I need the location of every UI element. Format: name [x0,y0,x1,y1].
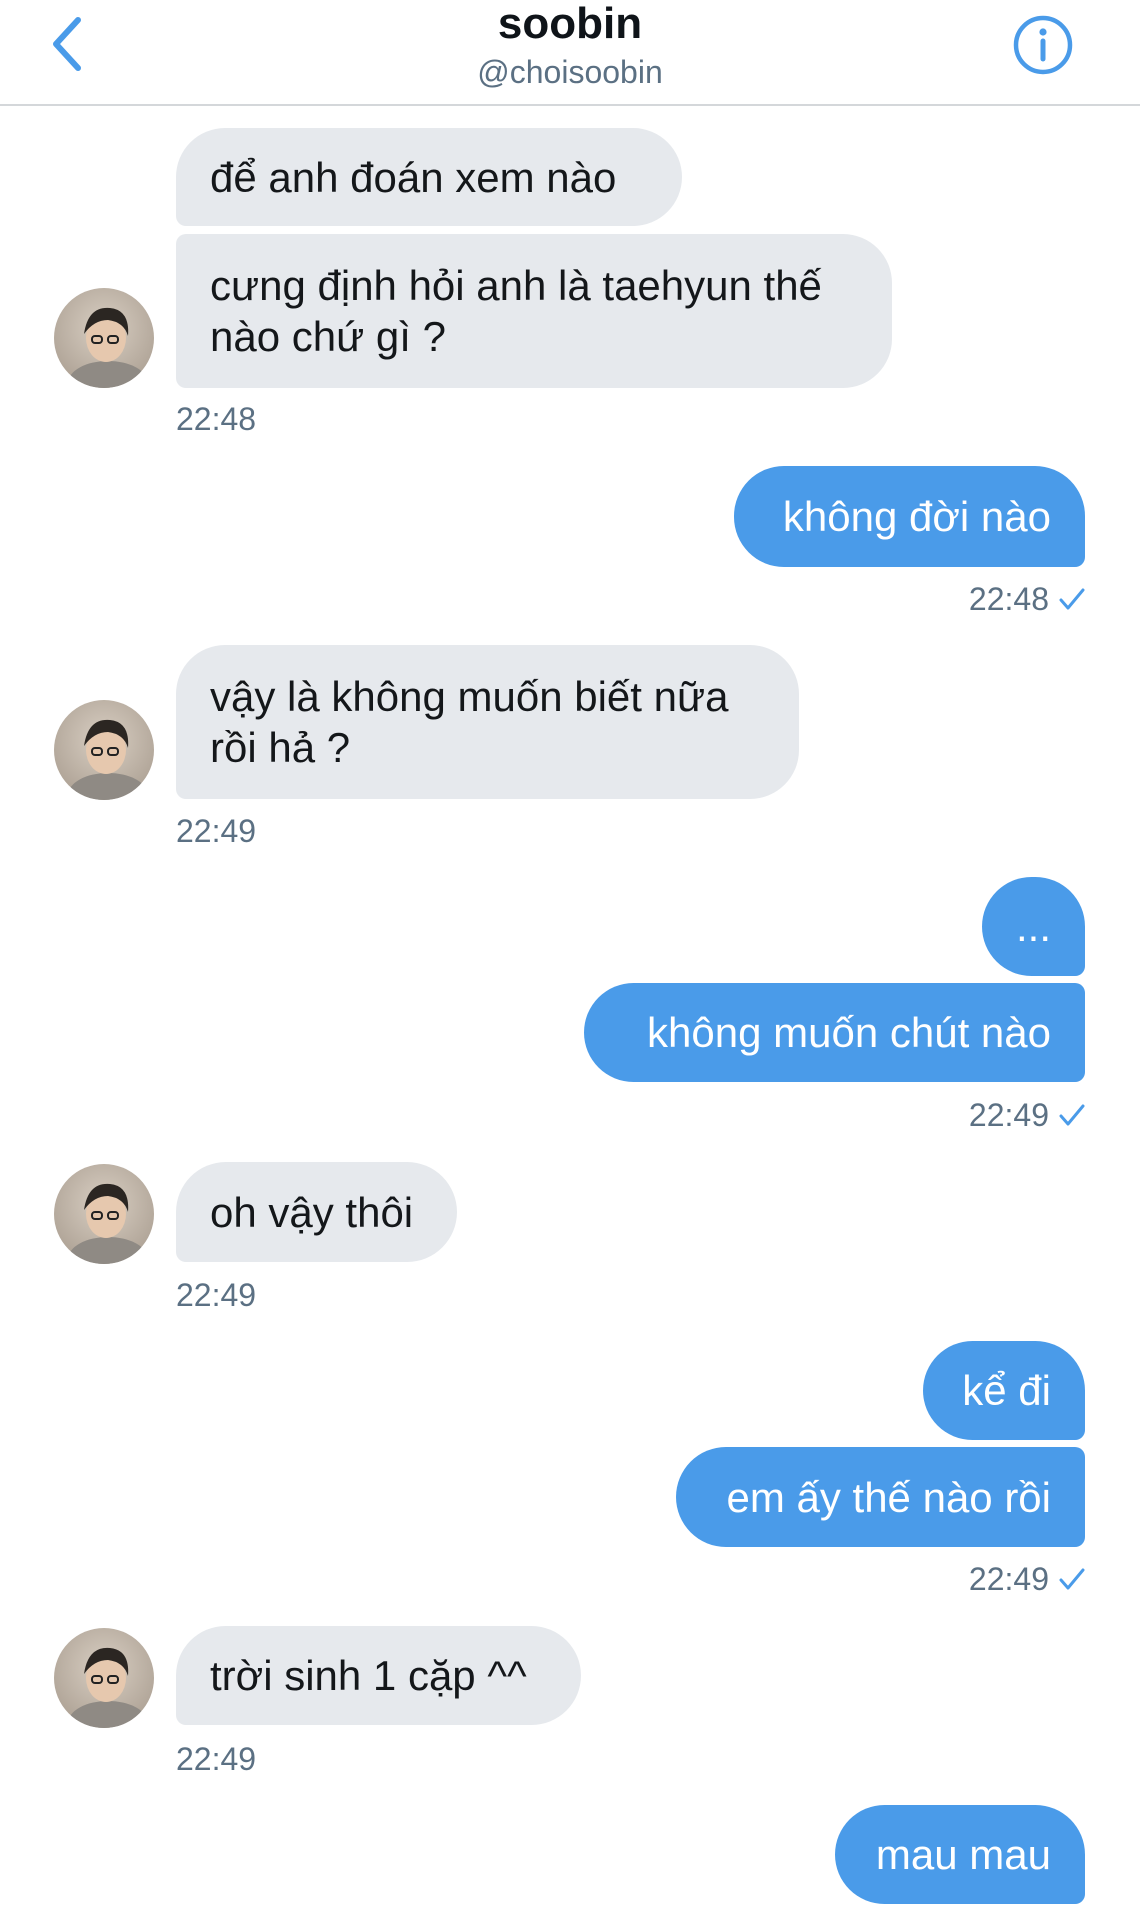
avatar[interactable] [54,700,154,800]
outgoing-message[interactable]: em ấy thế nào rồi [676,1447,1085,1547]
timestamp: 22:49 [176,1277,257,1313]
message-status: 22:49 [969,1561,1085,1597]
avatar-image [54,1164,154,1264]
conversation-title[interactable]: soobin [0,2,1140,46]
timestamp: 22:49 [968,1561,1049,1597]
incoming-message[interactable]: để anh đoán xem nào [176,128,682,226]
checkmark-icon [1059,1568,1085,1590]
incoming-message[interactable]: vậy là không muốn biết nữa rồi hả ? [176,645,799,799]
timestamp: 22:49 [176,813,257,849]
checkmark-icon [1059,588,1085,610]
outgoing-message[interactable]: không muốn chút nào [584,983,1085,1082]
avatar-image [54,700,154,800]
message-status: 22:49 [969,1097,1085,1133]
info-button[interactable] [1012,14,1074,76]
checkmark-icon [1059,1104,1085,1126]
outgoing-message[interactable]: không đời nào [734,466,1085,567]
avatar-image [54,1628,154,1728]
outgoing-message[interactable]: kể đi [923,1341,1085,1440]
outgoing-message[interactable]: mau mau [835,1805,1085,1904]
avatar[interactable] [54,288,154,388]
outgoing-message[interactable]: ... [982,877,1085,976]
incoming-message[interactable]: trời sinh 1 cặp ^^ [176,1626,581,1725]
timestamp: 22:49 [968,1097,1049,1133]
avatar[interactable] [54,1628,154,1728]
timestamp: 22:48 [176,401,257,437]
conversation-handle: @choisoobin [477,54,663,90]
conversation-header: soobin @choisoobin [0,0,1140,106]
avatar[interactable] [54,1164,154,1264]
info-icon [1013,15,1073,75]
incoming-message[interactable]: cưng định hỏi anh là taehyun thế nào chứ… [176,234,892,388]
timestamp: 22:48 [968,581,1049,617]
incoming-message[interactable]: oh vậy thôi [176,1162,457,1262]
avatar-image [54,288,154,388]
message-status: 22:48 [969,581,1085,617]
timestamp: 22:49 [176,1741,257,1777]
